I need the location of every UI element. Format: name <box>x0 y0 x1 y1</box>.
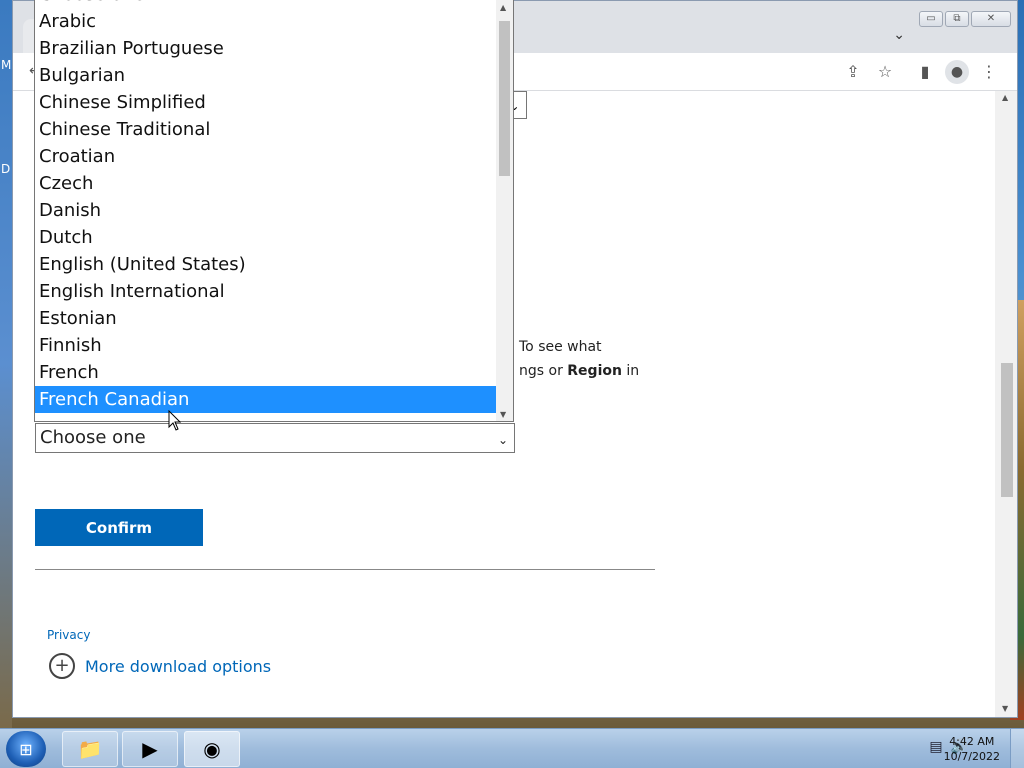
show-desktop-button[interactable] <box>1010 729 1024 768</box>
language-option[interactable]: French <box>35 359 497 386</box>
desktop-background-left: M D <box>0 0 12 728</box>
close-button[interactable]: ✕ <box>971 11 1011 27</box>
language-option[interactable]: French Canadian <box>35 386 497 413</box>
language-dropdown-list[interactable]: Choose oneArabicBrazilian PortugueseBulg… <box>34 0 514 422</box>
file-explorer-icon[interactable]: 📁 <box>62 731 118 767</box>
language-option[interactable]: Chinese Traditional <box>35 116 497 143</box>
scroll-up-icon[interactable]: ▲ <box>1002 93 1008 102</box>
language-option[interactable]: Bulgarian <box>35 62 497 89</box>
taskbar-clock[interactable]: 4:42 AM 10/7/2022 <box>944 734 1000 764</box>
region-bold-text: Region <box>567 363 622 379</box>
language-option[interactable]: Czech <box>35 170 497 197</box>
maximize-button[interactable]: ⧉ <box>945 11 969 27</box>
clock-time: 4:42 AM <box>949 735 995 748</box>
media-player-icon[interactable]: ▶ <box>122 731 178 767</box>
scroll-down-icon[interactable]: ▼ <box>1002 704 1008 713</box>
paragraph-text: ngs or <box>519 363 568 379</box>
language-option[interactable]: Arabic <box>35 8 497 35</box>
desktop-icon-label-fragment: M <box>1 58 12 72</box>
taskbar: ⊞ 📁 ▶ ◉ ▤ 🔊 4:42 AM 10/7/2022 <box>0 728 1024 768</box>
plus-circle-icon: + <box>49 653 75 679</box>
language-option[interactable]: Dutch <box>35 224 497 251</box>
menu-icon[interactable]: ⋮ <box>979 62 999 82</box>
page-scrollbar[interactable]: ▲ ▼ <box>995 91 1017 717</box>
chevron-down-icon[interactable]: ⌄ <box>893 27 905 43</box>
language-option[interactable]: Croatian <box>35 143 497 170</box>
dropdown-scrollbar-thumb[interactable] <box>499 21 510 176</box>
clock-date: 10/7/2022 <box>943 750 1000 763</box>
language-option[interactable]: Brazilian Portuguese <box>35 35 497 62</box>
language-option[interactable]: Chinese Simplified <box>35 89 497 116</box>
language-option[interactable]: Finnish <box>35 332 497 359</box>
side-panel-icon[interactable]: ▮ <box>915 62 935 82</box>
language-option[interactable]: Danish <box>35 197 497 224</box>
language-option[interactable]: Choose one <box>35 0 497 8</box>
language-select[interactable]: Choose one ⌄ <box>35 423 515 453</box>
network-icon[interactable]: ▤ <box>929 739 942 755</box>
more-download-options[interactable]: + More download options <box>49 653 271 679</box>
mouse-cursor-icon <box>168 410 182 431</box>
scrollbar-thumb[interactable] <box>1001 363 1013 497</box>
language-select-value: Choose one <box>40 427 146 448</box>
chrome-icon[interactable]: ◉ <box>184 731 240 767</box>
confirm-button[interactable]: Confirm <box>35 509 203 546</box>
chevron-down-icon: ⌄ <box>497 433 508 447</box>
window-controls: ▭ ⧉ ✕ <box>917 11 1011 27</box>
share-icon[interactable]: ⇪ <box>843 62 863 82</box>
start-button[interactable]: ⊞ <box>6 731 46 767</box>
minimize-button[interactable]: ▭ <box>919 11 943 27</box>
paragraph-line: To see what <box>519 339 602 355</box>
divider <box>35 569 655 570</box>
star-icon[interactable]: ☆ <box>875 62 895 82</box>
privacy-link[interactable]: Privacy <box>47 628 90 642</box>
paragraph-text: in <box>621 363 640 379</box>
desktop-icon-label-fragment: D <box>1 162 11 176</box>
scroll-up-icon[interactable]: ▲ <box>500 3 506 12</box>
paragraph-line: ngs or Region in <box>519 363 639 379</box>
more-download-options-label: More download options <box>85 656 272 676</box>
scroll-down-icon[interactable]: ▼ <box>500 410 506 419</box>
dropdown-scrollbar[interactable]: ▲ ▼ <box>496 0 513 421</box>
language-option[interactable]: Estonian <box>35 305 497 332</box>
language-option[interactable]: English International <box>35 278 497 305</box>
profile-icon[interactable]: ● <box>945 60 969 84</box>
language-option[interactable]: English (United States) <box>35 251 497 278</box>
language-options: Choose oneArabicBrazilian PortugueseBulg… <box>35 0 497 413</box>
